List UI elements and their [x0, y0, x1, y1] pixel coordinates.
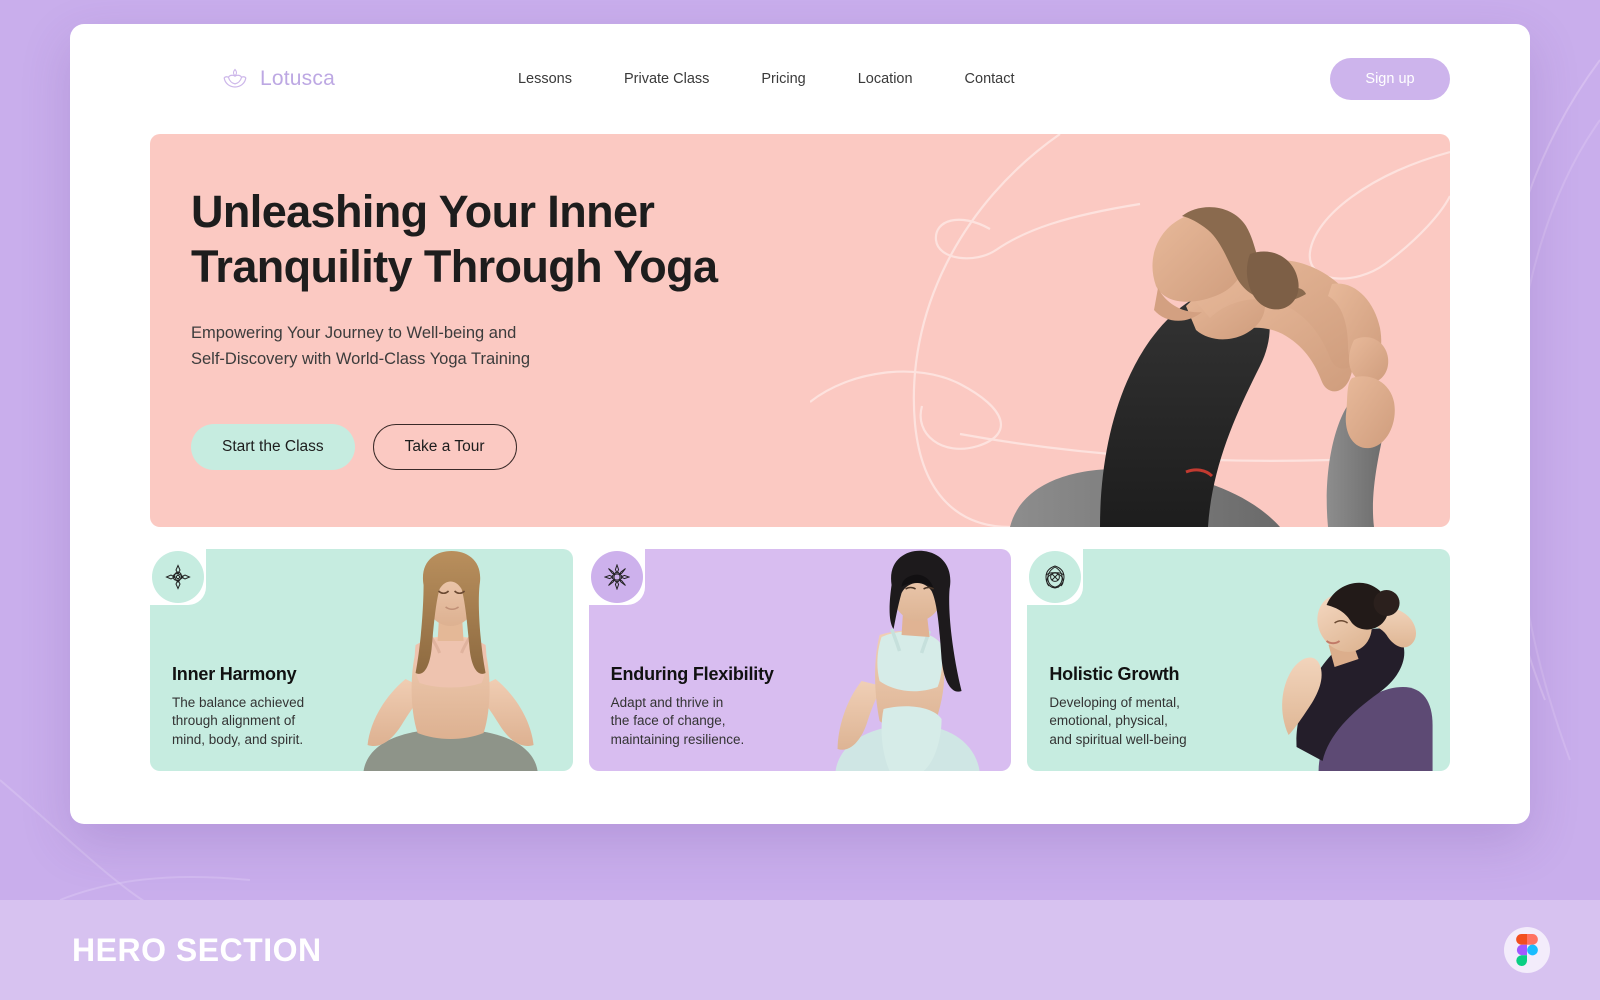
feature-desc-1: The balance achieved through alignment o… [172, 694, 304, 750]
take-a-tour-button[interactable]: Take a Tour [372, 424, 517, 470]
feature-card-inner-harmony[interactable]: Inner Harmony The balance achieved throu… [150, 549, 573, 771]
nav-item-pricing[interactable]: Pricing [761, 71, 805, 87]
feature-text-2: Enduring Flexibility Adapt and thrive in… [611, 664, 774, 750]
feature-title-1: Inner Harmony [172, 663, 297, 684]
nav-item-contact[interactable]: Contact [965, 71, 1015, 87]
brand-logo[interactable]: Lotusca [220, 64, 335, 94]
mandala-star-icon [590, 551, 643, 603]
feature-desc-1-line-1: The balance achieved [172, 694, 305, 710]
hero-subtitle-line-2: Self-Discovery with World-Class Yoga Tra… [191, 350, 530, 368]
figma-logo-icon[interactable] [1504, 927, 1550, 973]
feature-desc-3-line-3: and spiritual well-being [1049, 731, 1187, 747]
sign-up-button[interactable]: Sign up [1330, 58, 1450, 100]
hero-subtitle: Empowering Your Journey to Well-being an… [191, 320, 811, 372]
feature-card-holistic-growth[interactable]: Holistic Growth Developing of mental, em… [1027, 549, 1451, 771]
primary-navigation: Lessons Private Class Pricing Location C… [518, 71, 1015, 87]
feature-desc-1-line-3: mind, body, and spirit. [172, 731, 304, 747]
mandala-compass-icon [152, 551, 204, 603]
feature-desc-2-line-1: Adapt and thrive in [610, 694, 724, 710]
start-the-class-button[interactable]: Start the Class [191, 424, 355, 470]
feature-desc-3-line-2: emotional, physical, [1049, 713, 1168, 728]
feature-desc-1-line-2: through alignment of [172, 713, 296, 728]
hero-cta-group: Start the Class Take a Tour [191, 424, 811, 470]
feature-desc-2-line-2: the face of change, [610, 713, 726, 728]
feature-title-2: Enduring Flexibility [610, 663, 774, 684]
feature-image-3 [1282, 582, 1433, 771]
feature-desc-2: Adapt and thrive in the face of change, … [611, 694, 774, 750]
feature-card-enduring-flexibility[interactable]: Enduring Flexibility Adapt and thrive in… [588, 549, 1012, 771]
nav-item-lessons[interactable]: Lessons [518, 71, 572, 87]
site-header: Lotusca Lessons Private Class Pricing Lo… [70, 24, 1530, 134]
nav-item-location[interactable]: Location [858, 71, 913, 87]
feature-text-3: Holistic Growth Developing of mental, em… [1049, 664, 1186, 750]
feature-title-3: Holistic Growth [1049, 663, 1180, 684]
website-artboard: Lotusca Lessons Private Class Pricing Lo… [70, 24, 1530, 824]
feature-card-list: Inner Harmony The balance achieved throu… [150, 549, 1451, 771]
feature-desc-3: Developing of mental, emotional, physica… [1049, 694, 1186, 750]
feature-image-2 [835, 550, 980, 771]
hero-title: Unleashing Your Inner Tranquility Throug… [191, 186, 718, 292]
section-label: HERO SECTION [72, 931, 322, 968]
hero-copy: Unleashing Your Inner Tranquility Throug… [191, 184, 811, 470]
hero-section: Unleashing Your Inner Tranquility Throug… [150, 134, 1450, 527]
brand-name: Lotusca [260, 67, 335, 90]
feature-image-1 [363, 551, 538, 771]
lotus-icon [220, 64, 250, 94]
hero-subtitle-line-1: Empowering Your Journey to Well-being an… [191, 324, 517, 342]
mandala-rose-icon [1029, 551, 1082, 603]
feature-text-1: Inner Harmony The balance achieved throu… [172, 664, 304, 750]
nav-item-private-class[interactable]: Private Class [624, 71, 709, 87]
feature-desc-3-line-1: Developing of mental, [1049, 694, 1180, 710]
section-label-bar: HERO SECTION [0, 900, 1600, 1000]
feature-desc-2-line-3: maintaining resilience. [610, 731, 745, 747]
hero-image [1010, 207, 1395, 527]
